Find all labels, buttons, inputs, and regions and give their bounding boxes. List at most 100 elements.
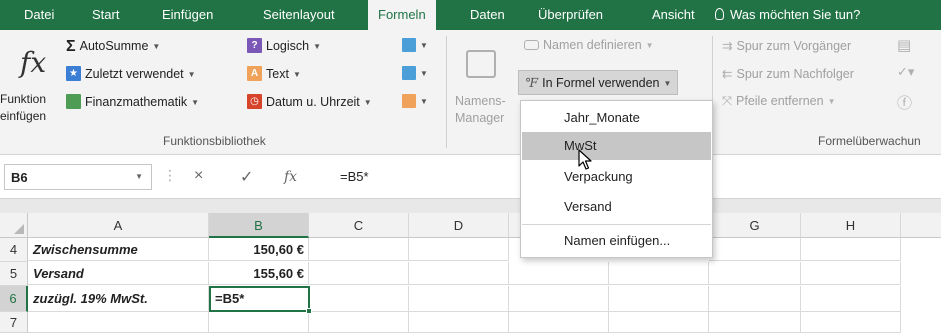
row-header[interactable]: 5 bbox=[0, 262, 28, 286]
recent-functions-button[interactable]: ★ Zuletzt verwendet ▼ bbox=[66, 66, 196, 81]
trace-dependents-icon: ⇇ bbox=[722, 67, 733, 81]
lookup-button[interactable]: ▼ bbox=[402, 38, 428, 52]
financial-button[interactable]: Finanzmathematik ▼ bbox=[66, 94, 199, 109]
column-header-a[interactable]: A bbox=[28, 213, 209, 238]
lightbulb-icon bbox=[715, 8, 724, 20]
cell[interactable] bbox=[509, 312, 609, 333]
remove-arrows-button[interactable]: ⤧ Pfeile entfernen ▼ bbox=[722, 94, 836, 109]
tab-datei[interactable]: Datei bbox=[24, 0, 54, 30]
math-icon bbox=[402, 66, 416, 80]
chevron-down-icon: ▼ bbox=[191, 98, 200, 107]
formula-input[interactable]: =B5* bbox=[340, 169, 369, 184]
tab-formeln[interactable]: Formeln bbox=[368, 0, 436, 30]
cell-b4[interactable]: 150,60 € bbox=[209, 238, 309, 261]
fill-handle[interactable] bbox=[306, 308, 312, 314]
cell[interactable] bbox=[509, 286, 609, 312]
recent-label: Zuletzt verwendet bbox=[85, 67, 184, 81]
cell-b7[interactable] bbox=[209, 312, 309, 333]
use-in-formula-button[interactable]: ℉ In Formel verwenden ▼ bbox=[518, 70, 679, 95]
tab-daten[interactable]: Daten bbox=[470, 0, 505, 30]
cell[interactable] bbox=[801, 312, 901, 333]
datetime-button[interactable]: ◷ Datum u. Uhrzeit ▼ bbox=[247, 94, 372, 109]
chevron-down-icon: ▼ bbox=[420, 41, 428, 50]
chevron-down-icon: ▼ bbox=[313, 42, 322, 51]
more-icon: ⋮ bbox=[163, 167, 177, 183]
cell[interactable] bbox=[609, 312, 709, 333]
chevron-down-icon: ▼ bbox=[187, 70, 196, 79]
insert-function-label-2: einfügen bbox=[0, 109, 47, 123]
enter-icon[interactable]: ✓ bbox=[240, 167, 253, 187]
select-all-corner[interactable] bbox=[0, 213, 28, 238]
math-button[interactable]: ▼ bbox=[402, 66, 428, 80]
tab-ueberpruefen[interactable]: Überprüfen bbox=[538, 0, 603, 30]
column-header-h[interactable]: H bbox=[801, 213, 901, 238]
define-name-label: Namen definieren bbox=[543, 38, 642, 52]
cell[interactable] bbox=[409, 312, 509, 333]
sigma-icon: Σ bbox=[66, 38, 76, 55]
trace-precedents-button[interactable]: ⇉ Spur zum Vorgänger bbox=[722, 38, 851, 53]
chevron-down-icon: ▼ bbox=[420, 69, 428, 78]
column-header-c[interactable]: C bbox=[309, 213, 409, 238]
trace-dependents-button[interactable]: ⇇ Spur zum Nachfolger bbox=[722, 66, 854, 81]
chevron-down-icon: ▼ bbox=[135, 172, 143, 181]
text-button[interactable]: A Text ▼ bbox=[247, 66, 301, 81]
cell-a5[interactable]: Versand bbox=[28, 262, 209, 285]
ribbon-tab-bar: Datei Start Einfügen Seitenlayout Formel… bbox=[0, 0, 941, 30]
column-header-i[interactable] bbox=[901, 213, 941, 238]
cell[interactable] bbox=[309, 312, 409, 333]
trace-precedents-label: Spur zum Vorgänger bbox=[736, 39, 852, 53]
cell[interactable] bbox=[409, 238, 509, 261]
name-manager-label-1: Namens- bbox=[455, 94, 506, 108]
cell[interactable] bbox=[309, 286, 409, 312]
define-name-button[interactable]: Namen definieren ▼ bbox=[524, 38, 654, 52]
dropdown-item-verpackung[interactable]: Verpackung bbox=[522, 163, 711, 191]
chevron-down-icon: ▼ bbox=[420, 97, 428, 106]
dropdown-item-jahr-monate[interactable]: Jahr_Monate bbox=[522, 104, 711, 132]
show-formulas-icon[interactable]: ▤ bbox=[897, 36, 911, 54]
cell[interactable] bbox=[609, 262, 709, 285]
evaluate-formula-icon[interactable]: ⓕ bbox=[897, 92, 912, 113]
cell[interactable] bbox=[801, 286, 901, 312]
cell[interactable] bbox=[409, 286, 509, 312]
dropdown-item-paste-names[interactable]: Namen einfügen... bbox=[522, 227, 711, 255]
dropdown-item-mwst[interactable]: MwSt bbox=[522, 132, 711, 160]
tab-einfuegen[interactable]: Einfügen bbox=[162, 0, 213, 30]
cell-b5[interactable]: 155,60 € bbox=[209, 262, 309, 285]
cell-a7[interactable] bbox=[28, 312, 209, 333]
logical-button[interactable]: ? Logisch ▼ bbox=[247, 38, 321, 53]
tell-me-box[interactable]: Was möchten Sie tun? bbox=[715, 0, 860, 30]
column-header-d[interactable]: D bbox=[409, 213, 509, 238]
cell[interactable] bbox=[801, 262, 901, 285]
active-cell-b6[interactable]: =B5* bbox=[209, 286, 312, 314]
error-checking-icon[interactable]: ✓▾ bbox=[897, 64, 914, 80]
tab-start[interactable]: Start bbox=[92, 0, 119, 30]
insert-function-icon[interactable]: fx bbox=[284, 169, 297, 185]
cell[interactable] bbox=[709, 312, 801, 333]
row-header[interactable]: 4 bbox=[0, 238, 28, 262]
name-box[interactable]: B6 ▼ bbox=[4, 164, 152, 190]
cell[interactable] bbox=[801, 238, 901, 261]
column-header-b[interactable]: B bbox=[209, 213, 309, 238]
cancel-icon[interactable]: × bbox=[194, 167, 203, 185]
more-functions-button[interactable]: ▼ bbox=[402, 94, 428, 108]
cell[interactable] bbox=[509, 262, 609, 285]
dropdown-item-versand[interactable]: Versand bbox=[522, 193, 711, 221]
autosum-label: AutoSumme bbox=[79, 39, 149, 53]
cell[interactable] bbox=[309, 262, 409, 285]
tab-seitenlayout[interactable]: Seitenlayout bbox=[263, 0, 335, 30]
cell[interactable] bbox=[609, 286, 709, 312]
cell[interactable] bbox=[709, 238, 801, 261]
cell-a6[interactable]: zuzügl. 19% MwSt. bbox=[28, 286, 209, 312]
cell-a4[interactable]: Zwischensumme bbox=[28, 238, 209, 261]
autosum-button[interactable]: Σ AutoSumme ▼ bbox=[66, 38, 160, 56]
star-icon: ★ bbox=[66, 66, 81, 81]
clock-icon: ◷ bbox=[247, 94, 262, 109]
row-header[interactable]: 6 bbox=[0, 286, 28, 312]
tab-ansicht[interactable]: Ansicht bbox=[652, 0, 695, 30]
cell[interactable] bbox=[709, 286, 801, 312]
cell[interactable] bbox=[309, 238, 409, 261]
column-header-g[interactable]: G bbox=[709, 213, 801, 238]
cell[interactable] bbox=[409, 262, 509, 285]
row-header[interactable]: 7 bbox=[0, 312, 28, 333]
cell[interactable] bbox=[709, 262, 801, 285]
